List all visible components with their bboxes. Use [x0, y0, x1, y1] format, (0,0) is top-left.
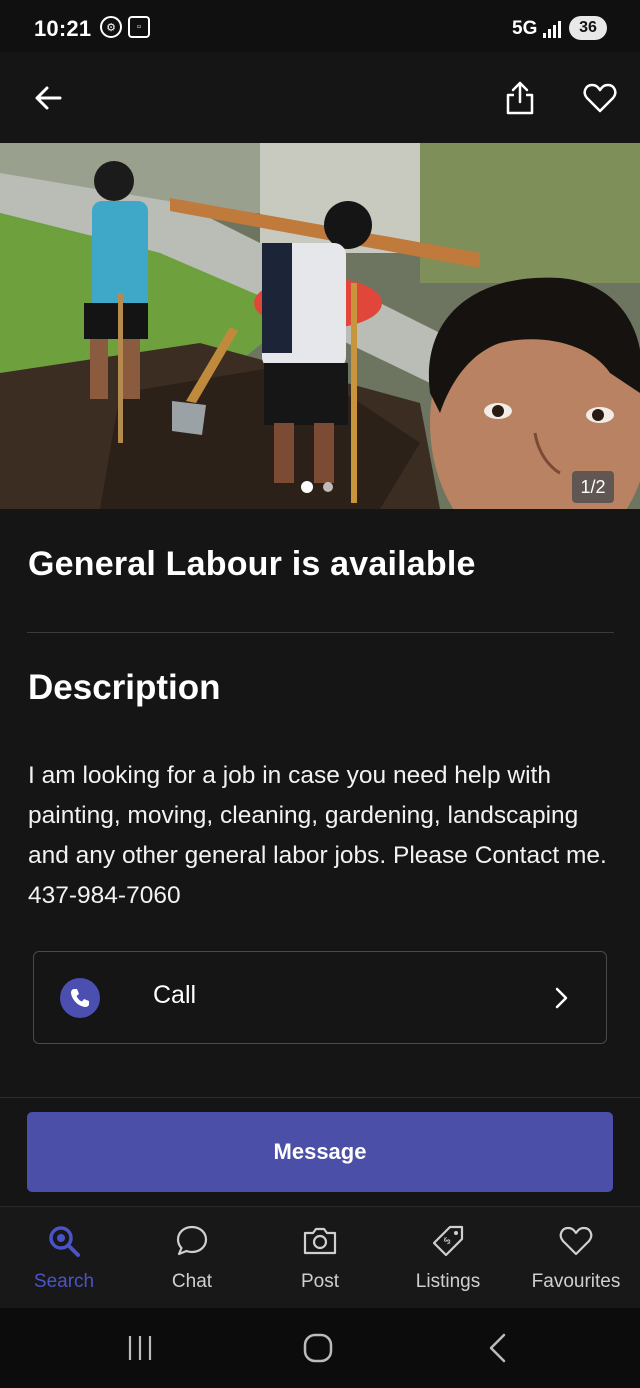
listing-photo[interactable]	[0, 143, 640, 509]
nav-label: Listings	[415, 1271, 481, 1292]
arrow-left-icon	[35, 86, 62, 110]
recent-apps-icon[interactable]	[120, 1330, 160, 1366]
chevron-right-icon	[555, 987, 568, 1009]
gallery-pagination	[301, 481, 333, 493]
network-type: 5G	[512, 18, 538, 39]
search-icon	[49, 1226, 80, 1257]
pagination-dot-active[interactable]	[301, 481, 313, 493]
phone-icon	[60, 978, 100, 1018]
share-icon	[506, 81, 534, 115]
nav-item-chat[interactable]: Chat	[128, 1207, 256, 1309]
nav-label: Chat	[171, 1271, 213, 1292]
nav-label: Search	[33, 1271, 95, 1292]
app-header	[0, 52, 640, 143]
message-button[interactable]: Message	[27, 1112, 613, 1192]
signal-icon	[543, 21, 561, 38]
share-button[interactable]	[498, 76, 542, 120]
listing-title: General Labour is available	[28, 545, 476, 583]
system-nav-bar	[0, 1308, 640, 1388]
description-heading: Description	[28, 668, 221, 707]
camera-icon	[303, 1227, 337, 1255]
pagination-dot[interactable]	[323, 482, 333, 492]
call-label: Call	[153, 981, 197, 1009]
divider	[0, 1097, 640, 1098]
status-notification-icons: ⚙ ▫	[100, 16, 150, 38]
nav-item-listings[interactable]: $ Listings	[384, 1207, 512, 1309]
back-button[interactable]	[26, 76, 70, 120]
nav-item-favourites[interactable]: Favourites	[512, 1207, 640, 1309]
nav-label: Favourites	[531, 1271, 621, 1292]
nav-item-post[interactable]: Post	[256, 1207, 384, 1309]
divider	[27, 632, 614, 633]
home-icon[interactable]	[298, 1330, 338, 1366]
svg-text:$: $	[441, 1235, 453, 1247]
screenshot-icon: ▫	[128, 16, 150, 38]
call-button[interactable]: Call	[33, 951, 607, 1044]
bottom-nav: Search Chat Post $ Listings Favourites	[0, 1206, 640, 1308]
heart-icon	[583, 83, 617, 113]
nav-item-search[interactable]: Search	[0, 1207, 128, 1309]
price-tag-icon: $	[432, 1225, 464, 1257]
chat-bubble-icon	[176, 1225, 208, 1256]
status-bar: 10:21 ⚙ ▫ 5G 36	[0, 0, 640, 52]
nav-label: Post	[300, 1271, 340, 1292]
favourite-button[interactable]	[578, 76, 622, 120]
notification-icon: ⚙	[100, 16, 122, 38]
gallery-counter: 1/2	[572, 471, 614, 503]
description-text: I am looking for a job in case you need …	[28, 762, 607, 909]
status-time: 10:21	[34, 16, 92, 41]
back-nav-icon[interactable]	[478, 1330, 518, 1366]
listing-photo-image	[0, 143, 640, 509]
battery-indicator: 36	[569, 16, 607, 40]
heart-icon	[559, 1226, 593, 1256]
